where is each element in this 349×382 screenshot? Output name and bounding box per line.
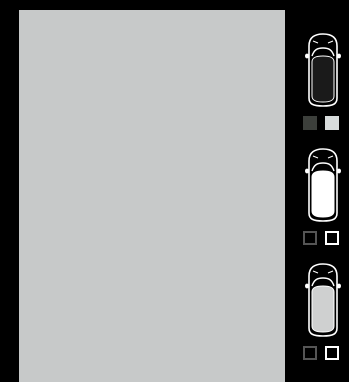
car-body-fill (311, 170, 335, 218)
car-option-3[interactable] (285, 262, 349, 372)
car-body-fill (311, 55, 335, 103)
right-mirror (337, 283, 341, 289)
left-headlight (312, 40, 319, 44)
right-headlight (327, 155, 334, 159)
car-windshield (311, 277, 335, 287)
car-windshield (311, 47, 335, 57)
car-body-fill (311, 285, 335, 333)
left-headlight (312, 270, 319, 274)
color-swatches (303, 231, 343, 247)
swatch-dark[interactable] (303, 231, 317, 245)
car-option-1[interactable] (285, 32, 349, 142)
color-swatches (303, 346, 343, 362)
car-windshield (311, 162, 335, 172)
right-headlight (327, 270, 334, 274)
swatch-light[interactable] (325, 231, 339, 245)
swatch-dark[interactable] (303, 116, 317, 130)
swatch-dark[interactable] (303, 346, 317, 360)
color-swatches (303, 116, 343, 132)
left-headlight (312, 155, 319, 159)
car-color-sidebar (285, 10, 349, 382)
car-top-view-icon[interactable] (303, 32, 343, 108)
car-top-view-icon[interactable] (303, 262, 343, 338)
right-mirror (337, 53, 341, 59)
left-mirror (305, 283, 309, 289)
left-mirror (305, 53, 309, 59)
left-mirror (305, 168, 309, 174)
car-top-view-icon[interactable] (303, 147, 343, 223)
right-headlight (327, 40, 334, 44)
swatch-light[interactable] (325, 346, 339, 360)
car-preview-canvas (19, 10, 285, 382)
swatch-light[interactable] (325, 116, 339, 130)
car-option-2[interactable] (285, 147, 349, 257)
right-mirror (337, 168, 341, 174)
